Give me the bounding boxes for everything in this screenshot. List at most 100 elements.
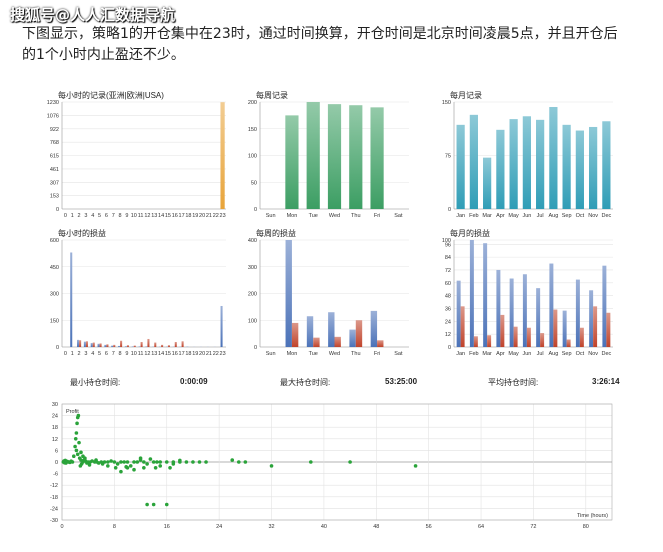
bar bbox=[181, 341, 184, 347]
chart-title: 每周记录 bbox=[256, 91, 288, 100]
chart-weekly-pnl: 每周的损益 0 100 200 300 400 Sun Mon Tue Wed Thu Fri Sat bbox=[238, 226, 413, 361]
bar bbox=[575, 130, 584, 209]
x-tick-label: 64 bbox=[478, 524, 484, 530]
y-tick-label: 12 bbox=[52, 437, 58, 443]
chart-title: 每周的损益 bbox=[256, 229, 296, 238]
chart-monthly-records-svg: 075150Jan Feb Mar Apr May Jun Jul Aug Sep Oct Nov D… bbox=[442, 100, 613, 219]
bar bbox=[500, 314, 505, 347]
bar bbox=[349, 329, 356, 347]
x-tick-label: Apr bbox=[496, 351, 505, 357]
x-tick-label: Jan bbox=[456, 213, 465, 219]
max-hold-label: 最大持仓时间: bbox=[280, 378, 331, 387]
scatter-point bbox=[128, 464, 133, 468]
y-tick-label: 0 bbox=[56, 207, 59, 213]
x-tick-label: Jun bbox=[522, 213, 531, 219]
x-tick-label: 4 bbox=[91, 351, 94, 357]
bar bbox=[456, 280, 461, 347]
x-tick-label: Apr bbox=[496, 213, 505, 219]
chart-weekly-records: 每周记录 0 50 100 150 200 Sun Mon Tue Wed Thu Fri Sat bbox=[238, 88, 413, 223]
scatter-point bbox=[74, 431, 79, 435]
y-tick-label: 24 bbox=[52, 414, 58, 420]
bar bbox=[285, 115, 299, 209]
x-tick-label: 15 bbox=[165, 213, 171, 219]
x-tick-label: 8 bbox=[119, 351, 122, 357]
bar bbox=[77, 339, 80, 347]
x-tick-label: 22 bbox=[213, 351, 219, 357]
bar bbox=[370, 310, 378, 347]
x-tick-label: 72 bbox=[530, 524, 536, 530]
bar bbox=[487, 335, 492, 347]
x-tick-label: 14 bbox=[158, 351, 164, 357]
bar bbox=[313, 337, 320, 347]
avg-hold-value: 3:26:14 bbox=[592, 377, 620, 386]
y-tick-label: 153 bbox=[50, 194, 59, 200]
y-tick-label: 922 bbox=[50, 127, 59, 133]
y-tick-label: 100 bbox=[248, 318, 257, 324]
bar bbox=[118, 345, 121, 347]
scatter-point bbox=[75, 452, 80, 457]
x-tick-label: 19 bbox=[192, 351, 198, 357]
bar bbox=[79, 340, 82, 347]
scatter-point bbox=[168, 466, 172, 470]
bar bbox=[606, 312, 611, 347]
bar bbox=[589, 290, 594, 347]
x-tick-label: 5 bbox=[98, 351, 101, 357]
x-tick-label: 7 bbox=[112, 213, 115, 219]
bar bbox=[509, 119, 518, 209]
scatter-point bbox=[119, 460, 123, 464]
scatter-point bbox=[94, 458, 98, 462]
watermark-text: 搜狐号@人人汇数据导航 bbox=[10, 6, 176, 24]
bar bbox=[349, 105, 363, 209]
intro-paragraph: 下图显示，策略1的开仓集中在23时，通过时间换算，开仓时间是北京时间凌晨5点，并… bbox=[22, 24, 652, 66]
bar bbox=[469, 114, 478, 209]
x-tick-label: 6 bbox=[105, 351, 108, 357]
x-tick-label: 8 bbox=[113, 524, 116, 530]
bar bbox=[85, 341, 88, 347]
bar bbox=[140, 342, 143, 347]
scatter-point bbox=[153, 466, 158, 470]
x-tick-label: 24 bbox=[216, 524, 222, 530]
x-tick-label: 18 bbox=[185, 351, 191, 357]
x-tick-label: Aug bbox=[548, 351, 558, 357]
scatter-point bbox=[83, 456, 87, 460]
x-tick-label: 8 bbox=[119, 213, 122, 219]
x-tick-label: 10 bbox=[131, 351, 137, 357]
bar bbox=[456, 124, 465, 209]
bar bbox=[97, 343, 100, 347]
x-tick-label: Oct bbox=[576, 351, 585, 357]
x-tick-label: 16 bbox=[172, 213, 178, 219]
bar bbox=[106, 344, 109, 347]
scatter-point bbox=[132, 460, 136, 464]
x-tick-label: 7 bbox=[112, 351, 115, 357]
chart-title: 每小时的记录(亚洲|欧洲|USA) bbox=[58, 91, 164, 100]
scatter-point bbox=[113, 466, 118, 470]
y-tick-label: 24 bbox=[445, 319, 451, 325]
y-tick-label: 200 bbox=[248, 292, 257, 298]
x-tick-label: 16 bbox=[172, 351, 178, 357]
bar bbox=[120, 340, 123, 347]
scatter-point bbox=[115, 462, 120, 466]
bar bbox=[589, 126, 598, 209]
bar bbox=[496, 129, 505, 209]
scatter-point bbox=[184, 460, 189, 464]
x-tick-label: 21 bbox=[206, 351, 212, 357]
y-tick-label: -18 bbox=[50, 495, 58, 501]
bar bbox=[536, 288, 541, 347]
bar bbox=[92, 342, 95, 347]
bar bbox=[70, 252, 73, 347]
y-tick-label: 615 bbox=[50, 154, 59, 160]
chart-hourly-records-svg: 0153307461615768922107612300 1 2 3 4 5 6 7 8 9 10 1… bbox=[47, 100, 226, 219]
scatter-point bbox=[125, 460, 130, 464]
x-tick-label: 0 bbox=[64, 213, 67, 219]
scatter-point bbox=[73, 444, 77, 449]
x-tick-label: 5 bbox=[98, 213, 101, 219]
scatter-point bbox=[164, 460, 169, 464]
scatter-point bbox=[155, 460, 159, 464]
scatter-point bbox=[106, 460, 110, 464]
scatter-point bbox=[151, 460, 156, 464]
x-tick-label: 56 bbox=[426, 524, 432, 530]
y-tick-label: 768 bbox=[50, 140, 59, 146]
x-tick-label: Oct bbox=[576, 213, 585, 219]
scatter-point bbox=[132, 467, 136, 472]
scatter-point bbox=[171, 462, 176, 466]
